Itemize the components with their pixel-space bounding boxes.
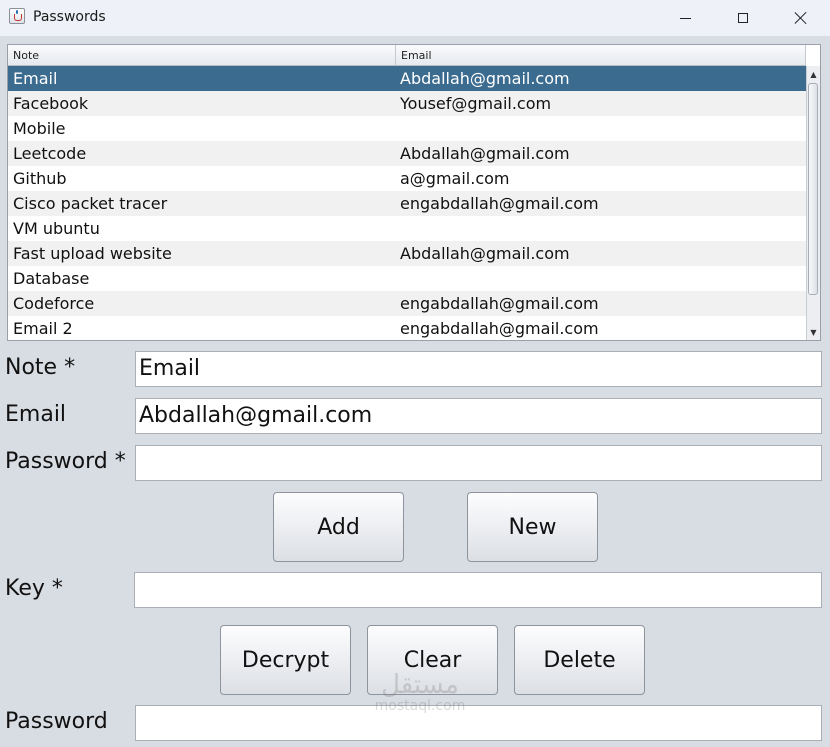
- cell-note: Leetcode: [13, 144, 87, 163]
- cell-email: Abdallah@gmail.com: [400, 144, 570, 163]
- table-row[interactable]: Codeforce engabdallah@gmail.com: [8, 291, 806, 316]
- window-title: Passwords: [33, 9, 106, 25]
- table-row[interactable]: VM ubuntu: [8, 216, 806, 241]
- cell-note: Email 2: [13, 319, 73, 338]
- add-button[interactable]: Add: [273, 492, 404, 562]
- cell-email: Yousef@gmail.com: [400, 94, 552, 113]
- table-scrollbar[interactable]: ▲ ▼: [806, 66, 820, 340]
- cell-email: Abdallah@gmail.com: [400, 69, 570, 88]
- cell-note: Cisco packet tracer: [13, 194, 168, 213]
- close-icon: [794, 11, 808, 25]
- cell-email: engabdallah@gmail.com: [400, 294, 599, 313]
- table-row[interactable]: Github a@gmail.com: [8, 166, 806, 191]
- email-input[interactable]: Abdallah@gmail.com: [135, 398, 822, 434]
- scrollbar-thumb[interactable]: [808, 83, 818, 295]
- cell-note: Mobile: [13, 119, 66, 138]
- key-label: Key *: [5, 576, 63, 601]
- email-label: Email: [5, 402, 67, 427]
- table-row[interactable]: Leetcode Abdallah@gmail.com: [8, 141, 806, 166]
- cell-note: Codeforce: [13, 294, 95, 313]
- note-input[interactable]: Email: [135, 351, 822, 387]
- cell-note: VM ubuntu: [13, 219, 100, 238]
- cell-note: Facebook: [13, 94, 89, 113]
- cell-email: engabdallah@gmail.com: [400, 319, 599, 338]
- table-header: Note Email: [8, 45, 806, 66]
- maximize-button[interactable]: [714, 0, 772, 36]
- table-row[interactable]: Fast upload website Abdallah@gmail.com: [8, 241, 806, 266]
- passwords-table: Note Email Email Abdallah@gmail.com Facebo…: [7, 44, 821, 341]
- table-row[interactable]: Email Abdallah@gmail.com: [8, 66, 806, 91]
- key-input[interactable]: [134, 572, 822, 608]
- close-button[interactable]: [772, 0, 830, 36]
- column-header-email[interactable]: Email: [396, 45, 806, 65]
- maximize-icon: [738, 13, 748, 23]
- decrypted-password-output[interactable]: [135, 705, 822, 741]
- column-header-note[interactable]: Note: [8, 45, 396, 65]
- table-row[interactable]: Facebook Yousef@gmail.com: [8, 91, 806, 116]
- scroll-up-icon[interactable]: ▲: [807, 66, 820, 82]
- note-label: Note *: [5, 355, 76, 380]
- cell-email: engabdallah@gmail.com: [400, 194, 599, 213]
- decrypted-password-label: Password: [5, 709, 108, 734]
- java-cup-icon: [9, 8, 25, 24]
- table-row[interactable]: Mobile: [8, 116, 806, 141]
- clear-button[interactable]: Clear: [367, 625, 498, 695]
- password-label: Password *: [5, 449, 126, 474]
- table-row[interactable]: Email 2 engabdallah@gmail.com: [8, 316, 806, 340]
- table-row[interactable]: Database: [8, 266, 806, 291]
- cell-email: Abdallah@gmail.com: [400, 244, 570, 263]
- new-button[interactable]: New: [467, 492, 598, 562]
- title-bar: Passwords: [0, 0, 830, 36]
- minimize-button[interactable]: [656, 0, 714, 36]
- password-input[interactable]: [135, 445, 822, 481]
- decrypt-button[interactable]: Decrypt: [220, 625, 351, 695]
- cell-note: Github: [13, 169, 67, 188]
- delete-button[interactable]: Delete: [514, 625, 645, 695]
- cell-note: Fast upload website: [13, 244, 172, 263]
- table-body: Email Abdallah@gmail.com Facebook Yousef@gm…: [8, 66, 806, 340]
- table-row[interactable]: Cisco packet tracer engabdallah@gmail.com: [8, 191, 806, 216]
- cell-email: a@gmail.com: [400, 169, 510, 188]
- minimize-icon: [679, 17, 691, 19]
- cell-note: Database: [13, 269, 90, 288]
- scroll-down-icon[interactable]: ▼: [807, 324, 820, 340]
- cell-note: Email: [13, 69, 58, 88]
